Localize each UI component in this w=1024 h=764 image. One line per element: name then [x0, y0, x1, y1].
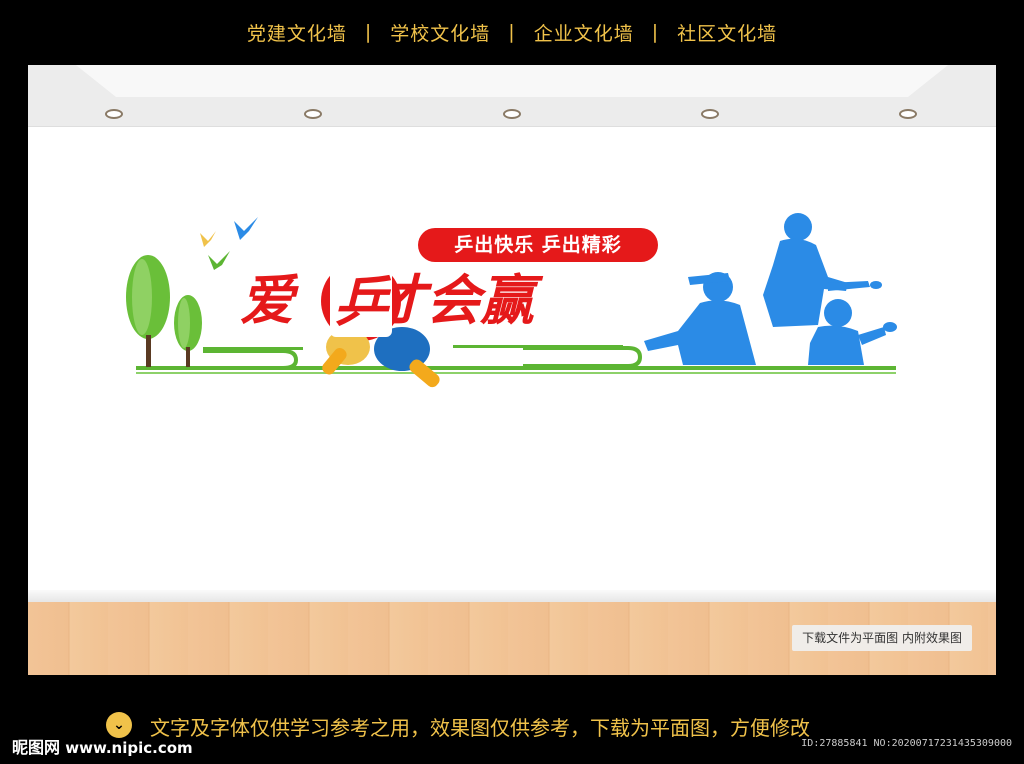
ground-line	[136, 372, 896, 374]
swirl-left	[203, 349, 299, 370]
nav-separator: |	[364, 21, 373, 43]
download-note: 下载文件为平面图 内附效果图	[792, 625, 972, 651]
nav-item-party[interactable]: 党建文化墙	[247, 19, 347, 46]
nav-item-school[interactable]: 学校文化墙	[390, 19, 490, 46]
nav-item-enterprise[interactable]: 企业文化墙	[534, 19, 634, 46]
green-line	[453, 345, 623, 348]
notice-text: 文字及字体仅供学习参考之用，效果图仅供参考，下载为平面图，方便修改	[150, 716, 810, 740]
top-nav: 党建文化墙 | 学校文化墙 | 企业文化墙 | 社区文化墙	[0, 0, 1024, 64]
wall-baseboard	[28, 590, 996, 602]
nav-separator: |	[651, 21, 660, 43]
headline-char: 乒	[330, 257, 392, 337]
nav-separator: |	[508, 21, 516, 43]
green-line	[203, 347, 303, 350]
site-logo-cn: 昵图网	[12, 738, 61, 757]
tree-icon	[126, 255, 170, 367]
player-silhouette	[808, 299, 897, 365]
headline: 爱 乒 才会赢	[240, 257, 534, 337]
image-id: ID:27885841 NO:20200717231435309000	[801, 738, 1012, 749]
headline-part-1: 爱	[240, 268, 294, 332]
artwork-graphics	[126, 213, 897, 388]
bird-icon	[200, 231, 216, 247]
bird-icon	[234, 217, 258, 240]
player-silhouette	[763, 213, 882, 327]
wall-artwork: 乒出快乐 乒出精彩 爱 乒 才会赢	[28, 65, 996, 675]
tree-icon	[174, 295, 202, 367]
player-silhouette	[644, 272, 756, 365]
site-logo-url: www.nipic.com	[65, 739, 193, 757]
bird-icon	[208, 251, 230, 270]
room-preview: 乒出快乐 乒出精彩 爱 乒 才会赢 下载文件为平面图 内附效果图	[28, 65, 996, 675]
nav-item-community[interactable]: 社区文化墙	[677, 19, 777, 46]
swirl-right	[523, 346, 643, 368]
site-logo[interactable]: 昵图网 www.nipic.com	[12, 734, 193, 758]
headline-part-2: 乒	[324, 257, 398, 337]
